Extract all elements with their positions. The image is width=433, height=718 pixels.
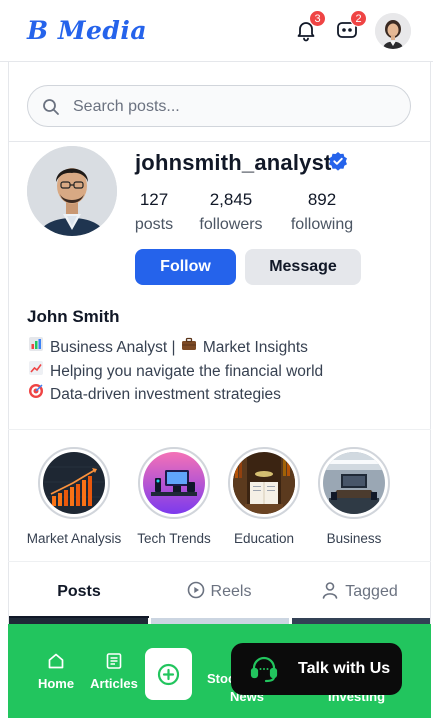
profile-avatar[interactable] [27,146,117,236]
highlight-education[interactable]: Education [227,447,301,546]
tab-label: Tagged [345,583,398,600]
bio-line: Business Analyst | Market Insights [27,336,323,360]
nav-label: Articles [90,676,138,691]
profile-bio: Business Analyst | Market Insights Helpi… [27,336,323,407]
messages-badge: 2 [350,10,367,27]
tab-reels[interactable]: Reels [149,566,289,618]
profile-full-name: John Smith [27,307,120,326]
plus-circle-icon [157,663,180,686]
search-input[interactable] [73,94,393,120]
headset-icon [250,656,278,683]
home-icon [48,653,64,669]
bio-line: Data-driven investment strategies [27,383,323,407]
nav-label: Home [37,676,75,691]
create-post-button[interactable] [145,648,192,700]
divider [8,429,431,430]
divider [8,561,431,562]
highlight-tech-trends[interactable]: Tech Trends [137,447,211,546]
tab-posts[interactable]: Posts [9,566,149,618]
follow-button[interactable]: Follow [135,249,236,285]
highlight-thumbnail [143,452,205,514]
top-bar: B Media 3 2 [0,0,433,62]
user-avatar[interactable] [375,13,411,49]
bio-text: Business Analyst | [50,339,180,356]
notifications-badge: 3 [309,10,326,27]
chart-emoji-icon [27,336,45,359]
nav-home[interactable]: Home [34,652,78,691]
stat-posts[interactable]: 127 posts [132,190,176,234]
highlight-label: Business [326,531,382,546]
highlight-thumbnail [43,452,105,514]
profile-username: johnsmith_analyst [135,150,332,175]
stat-value: 127 [139,190,169,209]
message-button[interactable]: Message [245,249,361,285]
stat-label: following [290,216,354,233]
tab-label: Reels [210,583,252,600]
tab-tagged[interactable]: Tagged [289,566,430,618]
trend-emoji-icon [27,360,45,383]
article-icon [106,653,122,669]
highlight-business[interactable]: Business [317,447,391,546]
stat-label: posts [134,216,174,233]
stat-following[interactable]: 892 following [286,190,358,234]
highlight-ring [138,447,210,519]
nav-articles[interactable]: Articles [89,652,139,691]
bio-text: Data-driven investment strategies [50,386,281,403]
stat-label: followers [199,216,263,233]
target-emoji-icon [27,383,45,406]
highlight-ring [38,447,110,519]
highlight-ring [228,447,300,519]
verified-icon [329,152,347,171]
briefcase-emoji-icon [180,336,198,359]
stat-followers[interactable]: 2,845 followers [195,190,267,234]
stat-value: 2,845 [209,190,253,209]
search-bar[interactable] [27,85,411,127]
bio-line: Helping you navigate the financial world [27,360,323,384]
divider [8,141,431,142]
talk-label: Talk with Us [298,660,391,677]
stat-value: 892 [307,190,337,209]
highlight-thumbnail [323,452,385,514]
highlight-ring [318,447,390,519]
messages-button[interactable]: 2 [335,10,367,42]
highlight-market-analysis[interactable]: Market Analysis [27,447,121,546]
bio-text: Helping you navigate the financial world [50,362,324,380]
notifications-button[interactable]: 3 [294,10,326,42]
search-icon [43,99,59,115]
play-circle-icon [187,581,204,599]
talk-with-us-button[interactable]: Talk with Us [231,643,402,695]
person-icon [322,582,338,599]
tab-label: Posts [57,583,101,600]
bio-text: Market Insights [202,339,308,356]
app-logo[interactable]: B Media [27,16,147,45]
highlight-label: Market Analysis [26,531,122,546]
highlight-thumbnail [233,452,295,514]
